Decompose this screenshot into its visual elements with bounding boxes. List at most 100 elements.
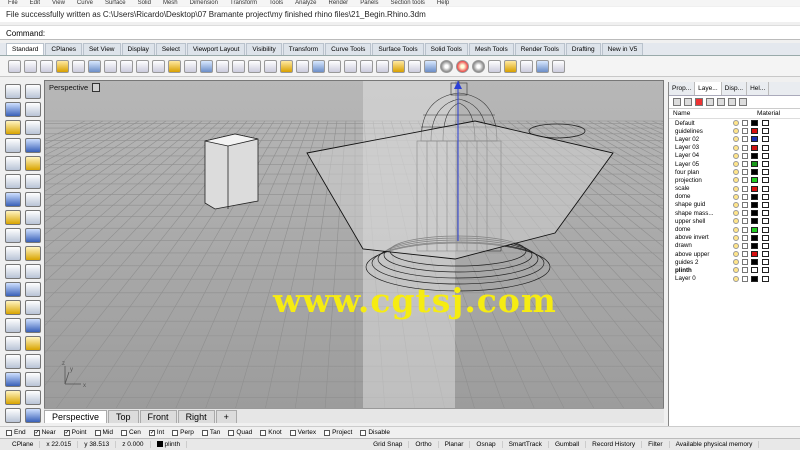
text-icon[interactable] [25,264,41,279]
move-up-icon[interactable] [706,98,714,106]
cplane-icon[interactable] [344,59,357,73]
rotate-icon[interactable] [5,354,21,369]
layer-color-swatch[interactable] [751,267,758,274]
lock-icon[interactable] [742,152,748,159]
menu-item-solid[interactable]: Solid [138,0,151,6]
checkbox-icon[interactable]: ✓ [33,429,40,436]
panel-tab-2[interactable]: Disp... [722,82,748,95]
polygon-icon[interactable] [5,174,21,189]
menu-item-file[interactable]: File [8,0,18,6]
lightbulb-icon[interactable] [733,152,739,159]
hide-icon[interactable] [392,59,405,73]
zoom-window-icon[interactable] [200,59,213,73]
gumball-toggle[interactable]: Gumball [549,441,587,448]
layer-row[interactable]: Layer 02 [669,135,800,143]
layer-color-swatch[interactable] [751,136,758,143]
rendered-icon[interactable] [440,59,453,73]
layer-row[interactable]: Default [669,119,800,127]
menu-item-tools[interactable]: Tools [269,0,283,6]
polyline-icon[interactable] [5,120,21,135]
arc-icon[interactable] [25,138,41,153]
layer-row[interactable]: Layer 03 [669,144,800,152]
extrude-icon[interactable] [25,228,41,243]
osnap-quad[interactable]: Quad [228,429,252,436]
material-swatch[interactable] [762,136,769,143]
render-icon[interactable] [408,59,421,73]
join-icon[interactable] [5,318,21,333]
layer-row[interactable]: guidelines [669,127,800,135]
explode-icon[interactable] [25,318,41,333]
new-layer-icon[interactable] [673,98,681,106]
panel-tab-3[interactable]: Hel... [747,82,770,95]
curve-icon[interactable] [280,59,293,73]
layer-color-swatch[interactable] [751,242,758,249]
layer-color-swatch[interactable] [751,251,758,258]
ghosted-icon[interactable] [488,59,501,73]
menu-item-section-tools[interactable]: Section tools [391,0,425,6]
layer-row[interactable]: shape guid [669,201,800,209]
lock-icon[interactable] [742,128,748,135]
add-viewport-tab-button[interactable]: + [215,410,237,423]
checkbox-icon[interactable] [201,429,208,436]
scale-icon[interactable] [25,354,41,369]
lock-icon[interactable] [742,226,748,233]
group-icon[interactable] [5,390,21,405]
chamfer-icon[interactable] [25,282,41,297]
layer-color-swatch[interactable] [751,161,758,168]
move-down-icon[interactable] [717,98,725,106]
freeform-icon[interactable] [25,174,41,189]
layer-row[interactable]: guides 2 [669,258,800,266]
osnap-perp[interactable]: Perp [172,429,194,436]
lightbulb-icon[interactable] [733,120,739,127]
mirror-icon[interactable] [5,372,21,387]
lock-icon[interactable] [742,136,748,143]
lightbulb-icon[interactable] [733,242,739,249]
menu-item-curve[interactable]: Curve [77,0,93,6]
circle-icon[interactable] [5,138,21,153]
tab-render-tools[interactable]: Render Tools [514,43,565,55]
lock-icon[interactable] [742,120,748,127]
layer-row[interactable]: scale [669,185,800,193]
layer-color-swatch[interactable] [751,152,758,159]
panel-tab-1[interactable]: Laye... [695,82,722,95]
boolean-icon[interactable] [5,246,21,261]
rectangle-icon[interactable] [25,156,41,171]
material-swatch[interactable] [762,267,769,274]
lightbulb-icon[interactable] [733,275,739,282]
lock-icon[interactable] [742,234,748,241]
layer-row[interactable]: Layer 0 [669,275,800,283]
osnap-near[interactable]: ✓ Near [33,429,56,436]
layer-color-swatch[interactable] [751,193,758,200]
undo-icon[interactable] [136,59,149,73]
tab-viewport-layout[interactable]: Viewport Layout [186,43,246,55]
tab-select[interactable]: Select [155,43,186,55]
lightbulb-icon[interactable] [733,128,739,135]
layer-color-swatch[interactable] [751,185,758,192]
lightbulb-icon[interactable] [733,144,739,151]
layer-color-swatch[interactable] [751,128,758,135]
viewport-tab-top[interactable]: Top [108,410,139,423]
grid-icon[interactable] [248,59,261,73]
lock-icon[interactable] [742,185,748,192]
menu-item-analyze[interactable]: Analyze [295,0,316,6]
delete-layer-icon[interactable] [695,98,703,106]
save-icon[interactable] [40,59,53,73]
tab-surface-tools[interactable]: Surface Tools [372,43,424,55]
material-swatch[interactable] [762,169,769,176]
mesh-icon[interactable] [25,246,41,261]
menu-item-mesh[interactable]: Mesh [163,0,178,6]
lock-icon[interactable] [376,59,389,73]
material-swatch[interactable] [762,259,769,266]
menu-item-help[interactable]: Help [437,0,449,6]
checkbox-icon[interactable] [94,429,101,436]
material-swatch[interactable] [762,193,769,200]
ortho-toggle[interactable]: Ortho [409,441,439,448]
lock-icon[interactable] [742,169,748,176]
lightbulb-icon[interactable] [733,267,739,274]
lightbulb-icon[interactable] [733,210,739,217]
viewport-menu-button[interactable] [92,83,100,92]
tab-visibility[interactable]: Visibility [246,43,282,55]
layer-row[interactable]: Layer 04 [669,152,800,160]
material-icon[interactable] [456,59,469,73]
record-history-toggle[interactable]: Record History [586,441,643,448]
